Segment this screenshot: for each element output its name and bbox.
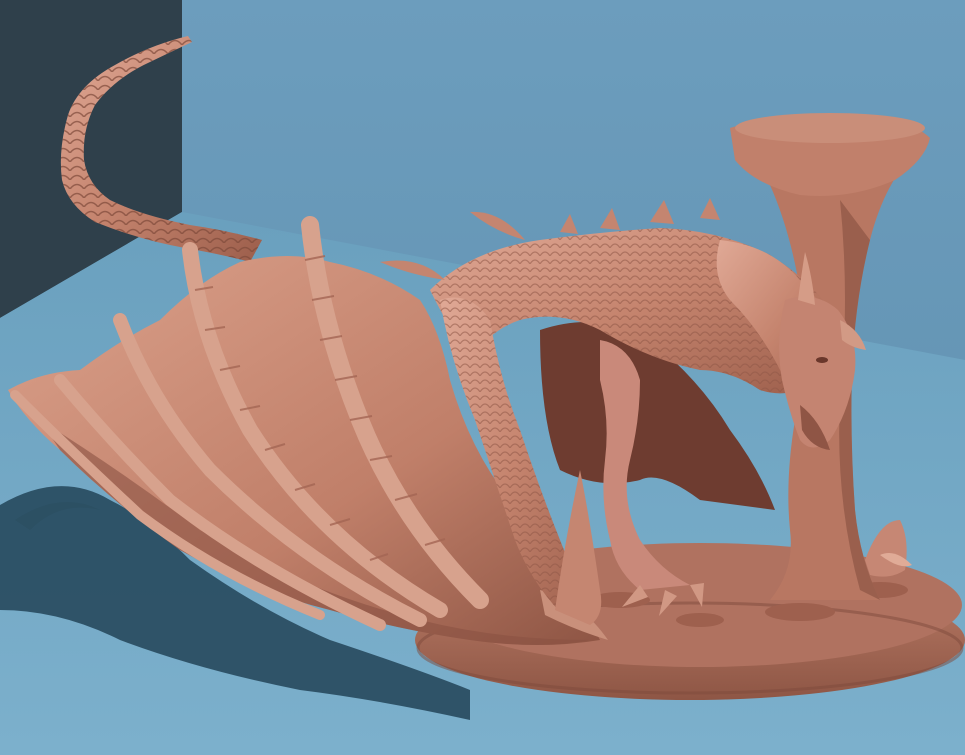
dragon-eye: [816, 357, 828, 363]
render-viewport: [0, 0, 965, 755]
pillar-plateau: [735, 113, 925, 143]
scene-svg: [0, 0, 965, 755]
